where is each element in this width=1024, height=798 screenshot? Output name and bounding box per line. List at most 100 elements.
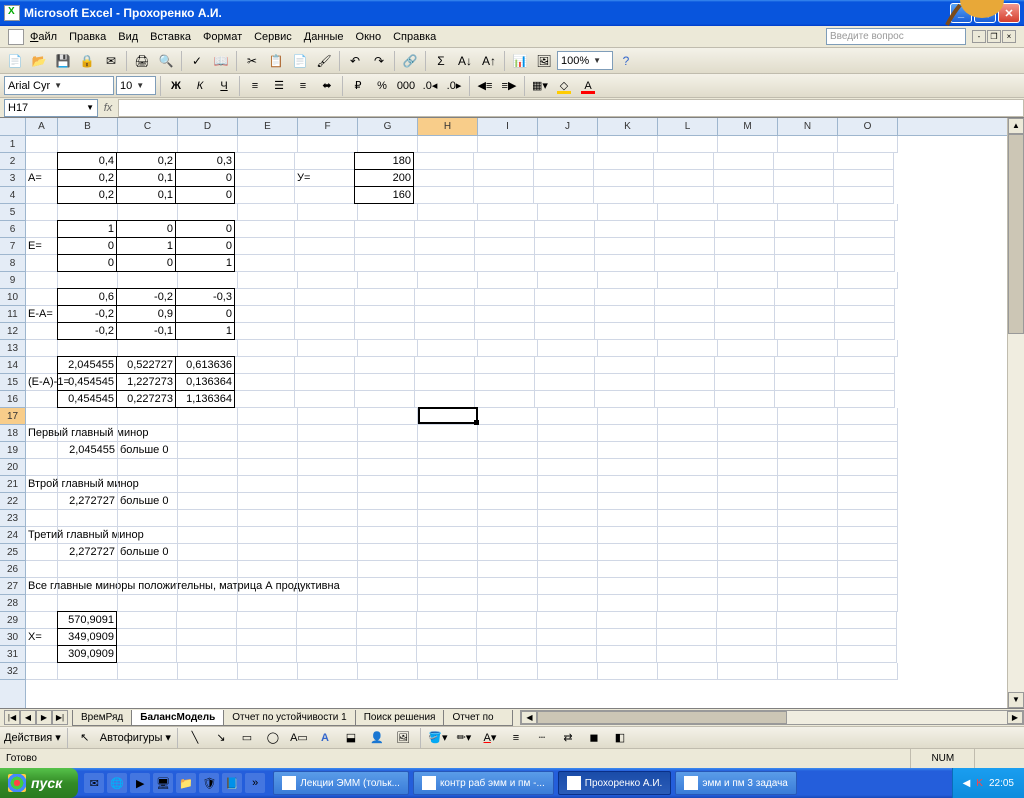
cell-J14[interactable]	[535, 357, 595, 374]
cell-M10[interactable]	[715, 289, 775, 306]
cell-D10[interactable]: -0,3	[175, 288, 235, 306]
cell-O5[interactable]	[838, 204, 898, 221]
cell-O32[interactable]	[838, 663, 898, 680]
cell-A10[interactable]	[26, 289, 58, 306]
cell-N4[interactable]	[774, 187, 834, 204]
zoom-combo[interactable]: 100%▼	[557, 51, 613, 70]
scroll-right-button[interactable]: ▶	[1007, 711, 1023, 724]
cell-I22[interactable]	[478, 493, 538, 510]
column-header-E[interactable]: E	[238, 118, 298, 135]
cell-K17[interactable]	[598, 408, 658, 425]
start-button[interactable]: пуск	[0, 768, 78, 798]
row-header-13[interactable]: 13	[0, 340, 25, 357]
tab-nav-0[interactable]: |◀	[4, 710, 20, 725]
cell-F28[interactable]	[298, 595, 358, 612]
cell-E13[interactable]	[238, 340, 298, 357]
tray-clock[interactable]: 22:05	[989, 778, 1014, 789]
cell-O14[interactable]	[835, 357, 895, 374]
taskbar-item-1[interactable]: контр раб эмм и пм -...	[413, 771, 554, 795]
row-header-30[interactable]: 30	[0, 629, 25, 646]
cell-B25[interactable]: 2,272727	[58, 544, 118, 561]
autoshapes-menu[interactable]: Автофигуры ▾	[100, 731, 171, 744]
cell-L5[interactable]	[658, 204, 718, 221]
vertical-scroll-thumb[interactable]	[1008, 134, 1024, 334]
format-painter-button[interactable]: 🖌	[313, 50, 335, 72]
cell-J1[interactable]	[538, 136, 598, 153]
cell-M30[interactable]	[717, 629, 777, 646]
cell-A22[interactable]	[26, 493, 58, 510]
cell-O23[interactable]	[838, 510, 898, 527]
cell-H11[interactable]	[415, 306, 475, 323]
cell-J18[interactable]	[538, 425, 598, 442]
menu-file[interactable]: Файл	[30, 31, 57, 43]
cell-K18[interactable]	[598, 425, 658, 442]
cell-A25[interactable]	[26, 544, 58, 561]
cell-D12[interactable]: 1	[175, 322, 235, 340]
horizontal-scroll-thumb[interactable]	[537, 711, 787, 724]
cell-O20[interactable]	[838, 459, 898, 476]
tray-icon-1[interactable]: ◀	[963, 778, 971, 789]
close-button[interactable]: ✕	[998, 3, 1020, 23]
cell-K13[interactable]	[598, 340, 658, 357]
cell-A11[interactable]: E-A=	[26, 306, 58, 323]
cell-D20[interactable]	[178, 459, 238, 476]
cell-E32[interactable]	[238, 663, 298, 680]
clipart-button[interactable]: 👤	[366, 728, 388, 748]
column-header-L[interactable]: L	[658, 118, 718, 135]
cell-G11[interactable]	[355, 306, 415, 323]
cell-L2[interactable]	[654, 153, 714, 170]
currency-button[interactable]: ₽	[347, 76, 369, 96]
cell-D1[interactable]	[178, 136, 238, 153]
row-header-31[interactable]: 31	[0, 646, 25, 663]
cell-I25[interactable]	[478, 544, 538, 561]
cell-B13[interactable]	[58, 340, 118, 357]
cell-H30[interactable]	[417, 629, 477, 646]
cell-K19[interactable]	[598, 442, 658, 459]
cell-K22[interactable]	[598, 493, 658, 510]
cell-O29[interactable]	[837, 612, 897, 629]
cell-N31[interactable]	[777, 646, 837, 663]
sort-desc-button[interactable]: A↑	[478, 50, 500, 72]
cell-C19[interactable]: больше 0	[118, 442, 178, 459]
cell-E27[interactable]	[238, 578, 298, 595]
cell-B5[interactable]	[58, 204, 118, 221]
cell-D31[interactable]	[177, 646, 237, 663]
increase-indent-button[interactable]: ≡▶	[498, 76, 520, 96]
cell-J27[interactable]	[538, 578, 598, 595]
cell-L22[interactable]	[658, 493, 718, 510]
cell-H6[interactable]	[415, 221, 475, 238]
cell-H19[interactable]	[418, 442, 478, 459]
cell-A21[interactable]: Втрой главный минор	[26, 476, 58, 493]
cell-K24[interactable]	[598, 527, 658, 544]
cell-E7[interactable]	[235, 238, 295, 255]
cell-F3[interactable]: У=	[295, 170, 355, 187]
cell-N1[interactable]	[778, 136, 838, 153]
cell-N19[interactable]	[778, 442, 838, 459]
row-header-24[interactable]: 24	[0, 527, 25, 544]
cell-F10[interactable]	[295, 289, 355, 306]
new-button[interactable]: 📄	[4, 50, 26, 72]
cell-E23[interactable]	[238, 510, 298, 527]
cell-F22[interactable]	[298, 493, 358, 510]
cell-G17[interactable]	[358, 408, 418, 425]
ql-icon-5[interactable]: 📁	[176, 773, 196, 793]
cell-C13[interactable]	[118, 340, 178, 357]
cell-G28[interactable]	[358, 595, 418, 612]
cell-M5[interactable]	[718, 204, 778, 221]
cell-M4[interactable]	[714, 187, 774, 204]
cell-J9[interactable]	[538, 272, 598, 289]
cell-D13[interactable]	[178, 340, 238, 357]
cell-F23[interactable]	[298, 510, 358, 527]
doc-close-button[interactable]: ×	[1002, 30, 1016, 43]
cell-G18[interactable]	[358, 425, 418, 442]
cell-C24[interactable]	[118, 527, 178, 544]
cell-O17[interactable]	[838, 408, 898, 425]
cell-K2[interactable]	[594, 153, 654, 170]
cell-B32[interactable]	[58, 663, 118, 680]
cell-O27[interactable]	[838, 578, 898, 595]
cell-M18[interactable]	[718, 425, 778, 442]
cell-H4[interactable]	[414, 187, 474, 204]
cell-F27[interactable]	[298, 578, 358, 595]
cell-B30[interactable]: 349,0909	[57, 628, 117, 646]
cell-O19[interactable]	[838, 442, 898, 459]
